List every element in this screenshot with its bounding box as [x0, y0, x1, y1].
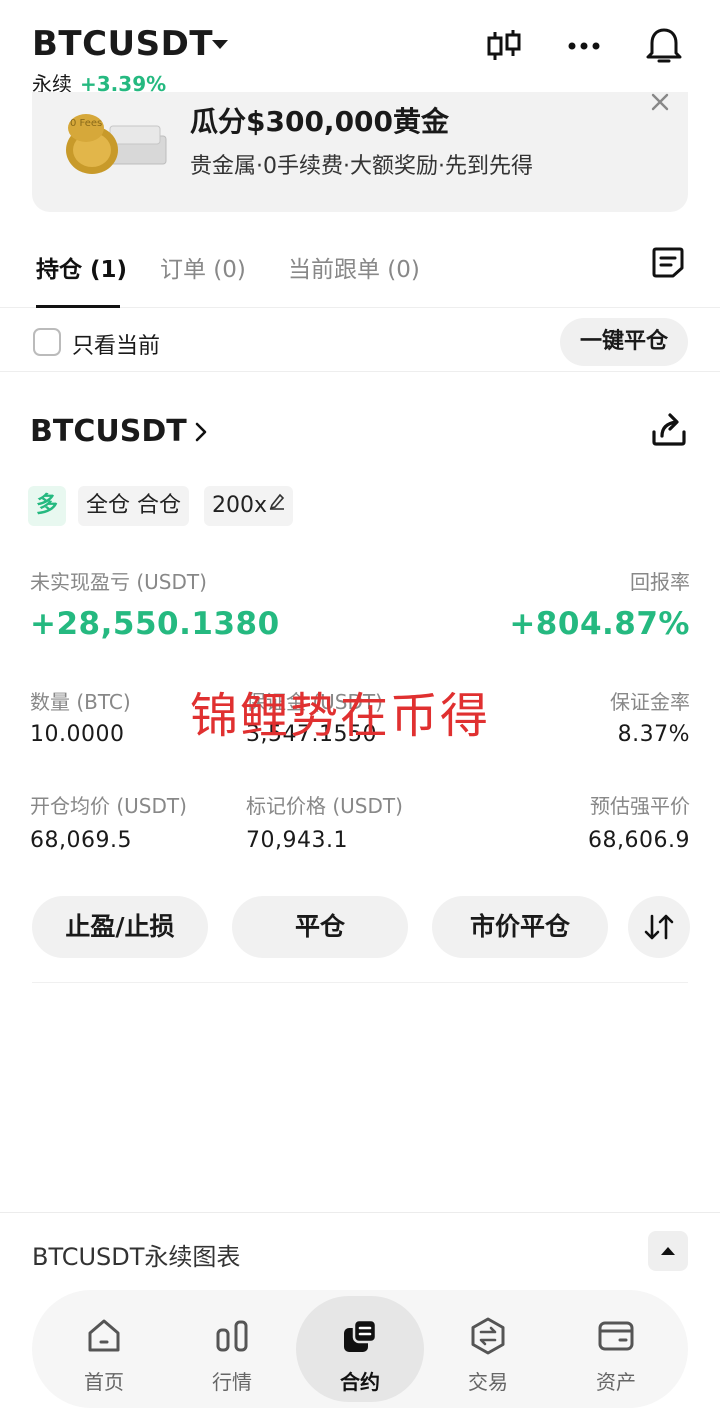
nav-contract-label: 合约: [340, 1370, 380, 1394]
margin-ratio-label: 保证金率: [610, 690, 690, 714]
close-icon[interactable]: [650, 92, 670, 112]
only-current-checkbox[interactable]: [33, 328, 61, 356]
nav-exchange[interactable]: 交易: [424, 1290, 552, 1408]
exchange-icon: [471, 1317, 505, 1355]
only-current-label[interactable]: 只看当前: [72, 328, 160, 360]
tab-orders[interactable]: 订单 (0): [160, 250, 246, 284]
tab-positions[interactable]: 持仓 (1): [36, 250, 127, 284]
tab-copy-trades[interactable]: 当前跟单 (0): [288, 250, 420, 284]
chevron-right-icon[interactable]: [194, 422, 208, 442]
more-icon[interactable]: [564, 26, 604, 66]
banner-title: 瓜分$300,000黄金: [190, 105, 450, 138]
pencil-icon: [269, 493, 285, 510]
position-tabs: 持仓 (1) 订单 (0) 当前跟单 (0): [0, 236, 720, 308]
caret-up-icon: [661, 1247, 675, 1255]
side-tag: 多: [28, 486, 67, 526]
nav-contract[interactable]: 合约: [296, 1290, 424, 1408]
nav-assets[interactable]: 资产: [552, 1290, 680, 1408]
tp-sl-button[interactable]: 止盈/止损: [32, 896, 208, 958]
chart-bar[interactable]: BTCUSDT永续图表: [0, 1212, 720, 1292]
nav-exchange-label: 交易: [468, 1370, 508, 1394]
filter-row: 只看当前 一键平仓: [0, 308, 720, 372]
quantity-value: 10.0000: [30, 722, 125, 747]
roe-label: 回报率: [630, 570, 690, 594]
close-all-button[interactable]: 一键平仓: [560, 318, 688, 366]
reverse-position-button[interactable]: [628, 896, 690, 958]
section-divider: [32, 982, 688, 983]
liquidation-price-value: 68,606.9: [588, 828, 690, 853]
margin-mode-tag[interactable]: 全仓 合仓: [78, 486, 189, 526]
leverage-tag[interactable]: 200x: [204, 486, 294, 526]
notes-icon[interactable]: [650, 244, 686, 280]
position-symbol[interactable]: BTCUSDT: [30, 414, 187, 449]
banner-description: 贵金属·0手续费·大额奖励·先到先得: [190, 154, 533, 179]
banner-image-text: 0 Fees: [70, 118, 102, 129]
nav-home-label: 首页: [84, 1370, 124, 1394]
bottom-nav: 首页 行情 合约 交易 资产: [32, 1290, 688, 1408]
entry-price-value: 68,069.5: [30, 828, 132, 853]
promo-banner[interactable]: 0 Fees 瓜分$300,000黄金 贵金属·0手续费·大额奖励·先到先得: [32, 92, 688, 212]
roe-value: +804.87%: [509, 606, 690, 642]
watermark-text: 锦鲤势在币得: [190, 688, 491, 744]
candlestick-icon[interactable]: [484, 26, 524, 66]
margin-ratio-value: 8.37%: [617, 722, 690, 747]
unrealized-pnl-value: +28,550.1380: [30, 606, 280, 642]
header: BTCUSDT 永续 +3.39%: [0, 0, 720, 96]
mark-price-label: 标记价格 (USDT): [246, 794, 403, 818]
mark-price-value: 70,943.1: [246, 828, 348, 853]
liquidation-price-label: 预估强平价: [590, 794, 690, 818]
contract-icon: [344, 1318, 378, 1352]
nav-assets-label: 资产: [596, 1370, 636, 1394]
gold-coins-image: 0 Fees: [66, 114, 167, 174]
chart-bar-label[interactable]: BTCUSDT永续图表: [32, 1237, 240, 1272]
symbol-title[interactable]: BTCUSDT: [32, 24, 213, 64]
swap-arrows-icon: [644, 914, 674, 940]
entry-price-label: 开仓均价 (USDT): [30, 794, 187, 818]
wallet-icon: [598, 1321, 634, 1351]
nav-home[interactable]: 首页: [40, 1290, 168, 1408]
close-position-button[interactable]: 平仓: [232, 896, 408, 958]
leverage-value: 200x: [212, 493, 268, 518]
expand-chart-button[interactable]: [648, 1231, 688, 1271]
bell-icon[interactable]: [644, 26, 684, 66]
share-icon[interactable]: [650, 410, 688, 448]
nav-market-label: 行情: [212, 1370, 252, 1394]
nav-market[interactable]: 行情: [168, 1290, 296, 1408]
market-icon: [216, 1320, 248, 1352]
market-close-button[interactable]: 市价平仓: [432, 896, 608, 958]
quantity-label: 数量 (BTC): [30, 690, 131, 714]
home-icon: [88, 1319, 120, 1352]
chevron-down-icon[interactable]: [212, 40, 228, 49]
unrealized-pnl-label: 未实现盈亏 (USDT): [30, 570, 207, 594]
